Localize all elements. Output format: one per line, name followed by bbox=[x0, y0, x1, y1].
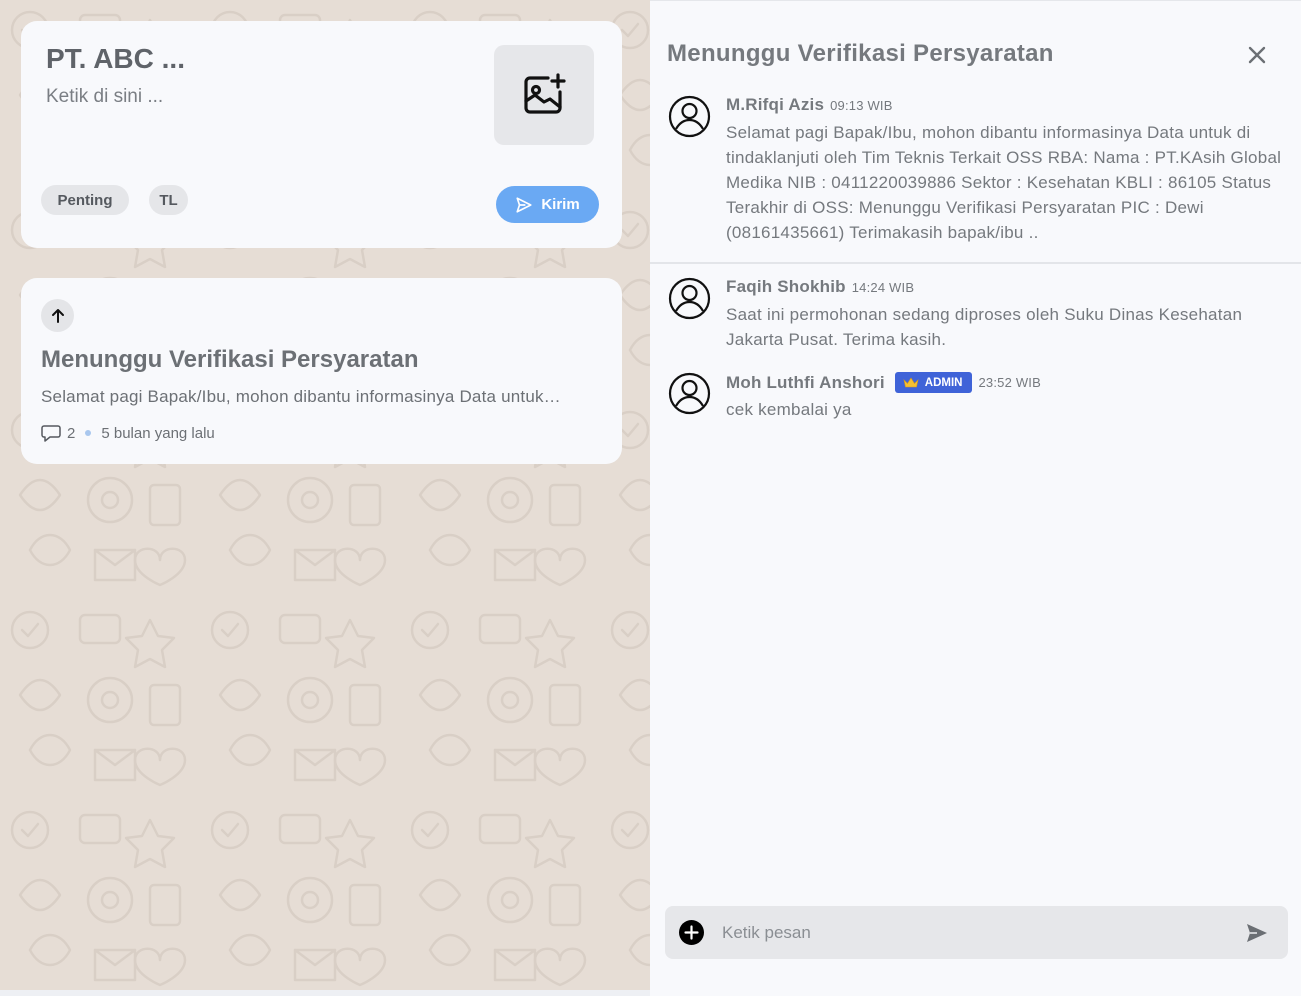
user-avatar-icon bbox=[668, 372, 711, 415]
comment-text: Selamat pagi Bapak/Ibu, mohon dibantu in… bbox=[726, 123, 1282, 242]
tag-penting[interactable]: Penting bbox=[41, 185, 129, 215]
upvote-button[interactable] bbox=[41, 299, 74, 332]
thread-meta: 2 5 bulan yang lalu bbox=[41, 424, 215, 442]
add-image-icon bbox=[524, 73, 566, 114]
thread-time-ago: 5 bulan yang lalu bbox=[101, 424, 215, 442]
comment-header: M.Rifqi Azis 09:13 WIB bbox=[726, 95, 893, 115]
new-post-card: PT. ABC ... Ketik di sini ... Penting TL… bbox=[21, 21, 622, 248]
post-body-input[interactable]: Ketik di sini ... bbox=[46, 86, 163, 108]
comment-time: 14:24 WIB bbox=[851, 279, 915, 295]
thread-preview: Selamat pagi Bapak/Ibu, mohon dibantu in… bbox=[41, 387, 561, 406]
send-icon bbox=[516, 196, 532, 213]
close-button[interactable] bbox=[1244, 42, 1270, 68]
admin-badge-label: ADMIN bbox=[924, 376, 963, 389]
comment-text: Saat ini permohonan sedang diproses oleh… bbox=[726, 305, 1243, 349]
user-avatar-icon bbox=[668, 277, 711, 320]
comment-text: cek kembalai ya bbox=[726, 400, 852, 419]
comment-icon bbox=[41, 425, 61, 442]
bottom-strip bbox=[0, 990, 650, 996]
crown-icon bbox=[903, 377, 919, 388]
user-avatar-icon bbox=[668, 95, 711, 138]
comment-header: Faqih Shokhib 14:24 WIB bbox=[726, 277, 914, 297]
comment-header: Moh Luthfi Anshori ADMIN 23:52 WIB bbox=[726, 372, 1041, 393]
detail-title: Menunggu Verifikasi Persyaratan bbox=[667, 40, 1054, 67]
add-image-button[interactable] bbox=[494, 45, 594, 145]
divider bbox=[650, 262, 1301, 264]
close-icon bbox=[1248, 46, 1266, 64]
thread-title: Menunggu Verifikasi Persyaratan bbox=[41, 346, 419, 373]
message-composer bbox=[665, 906, 1288, 959]
kirim-button[interactable]: Kirim bbox=[496, 186, 599, 223]
add-attachment-icon[interactable] bbox=[679, 920, 704, 945]
comment-count: 2 bbox=[67, 424, 76, 442]
send-message-icon[interactable] bbox=[1245, 921, 1269, 945]
comment-time: 23:52 WIB bbox=[978, 375, 1041, 390]
comment-author: M.Rifqi Azis bbox=[726, 95, 825, 114]
thread-card[interactable]: Menunggu Verifikasi Persyaratan Selamat … bbox=[21, 278, 622, 464]
message-input[interactable] bbox=[722, 918, 1222, 947]
post-title[interactable]: PT. ABC ... bbox=[46, 43, 185, 75]
kirim-label: Kirim bbox=[541, 196, 580, 213]
comment-author: Faqih Shokhib bbox=[726, 277, 846, 296]
tag-tl[interactable]: TL bbox=[149, 185, 188, 215]
comment-author: Moh Luthfi Anshori bbox=[726, 372, 885, 392]
thread-detail-panel: Menunggu Verifikasi Persyaratan M.Rifqi … bbox=[650, 0, 1301, 996]
separator-dot bbox=[85, 430, 92, 436]
left-panel: PT. ABC ... Ketik di sini ... Penting TL… bbox=[0, 0, 650, 996]
arrow-up-icon bbox=[51, 308, 64, 323]
comment-time: 09:13 WIB bbox=[830, 97, 893, 113]
admin-badge: ADMIN bbox=[894, 372, 973, 393]
